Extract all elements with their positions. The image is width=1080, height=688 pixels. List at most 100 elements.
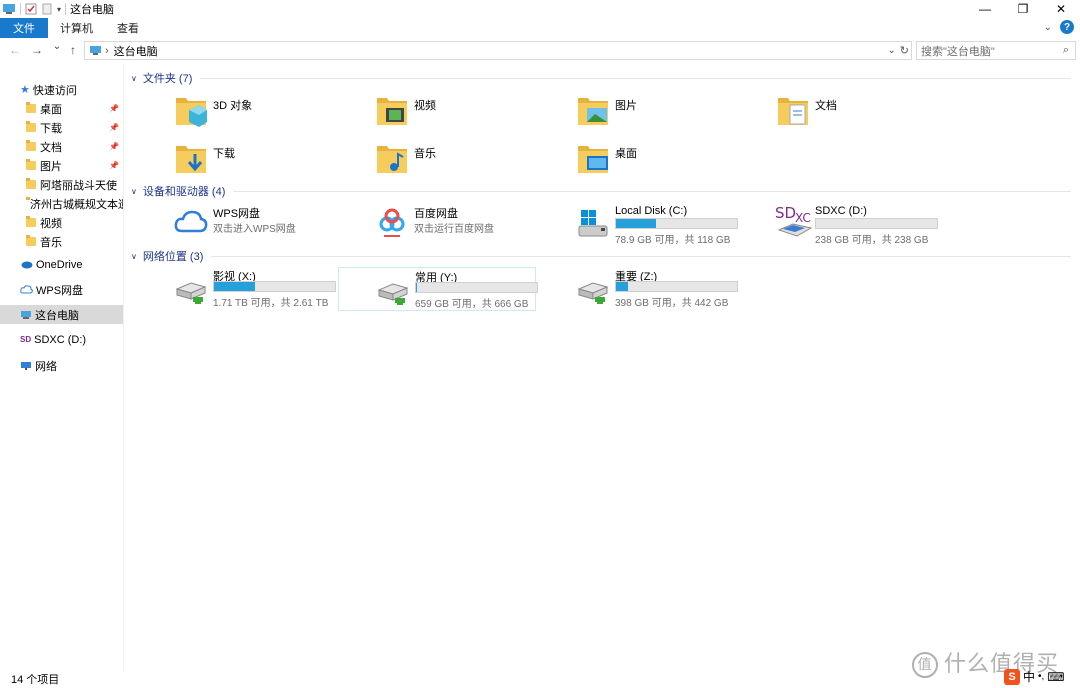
sogou-logo-icon[interactable]: S — [1004, 668, 1020, 685]
capacity-fill — [416, 283, 418, 292]
folder-tile[interactable]: 3D 对象 — [173, 92, 369, 136]
capacity-bar — [815, 218, 938, 229]
group-header-network[interactable]: ∨ 网络位置 (3) — [131, 249, 1071, 263]
pin-icon[interactable]: 📌 — [109, 104, 119, 113]
item-count: 14 个项目 — [11, 674, 60, 686]
expand-ribbon-icon[interactable]: ⌄ — [1044, 22, 1052, 33]
search-icon[interactable]: ⌕ — [1063, 44, 1069, 57]
sidebar-item-quick-access-entry[interactable]: 桌面 📌 — [0, 99, 123, 118]
back-button[interactable]: ← — [5, 43, 25, 57]
pin-icon[interactable]: 📌 — [109, 142, 119, 151]
sidebar-item-quick-access-entry[interactable]: 下载 📌 — [0, 118, 123, 137]
device-tile[interactable]: Local Disk (C:) 78.9 GB 可用，共 118 GB — [575, 204, 771, 248]
folder-tile[interactable]: 视频 — [374, 92, 570, 136]
pin-icon[interactable]: 📌 — [109, 123, 119, 132]
new-folder-icon[interactable] — [41, 3, 53, 15]
folder-documents-icon — [775, 92, 811, 128]
search-input[interactable]: 搜索"这台电脑" ⌕ — [916, 41, 1076, 60]
navigation-pane: ★ 快速访问 桌面 📌 下载 📌 文档 📌 图片 📌 阿塔丽战斗天使 济州古城概规文本遗 视频 音乐 … — [0, 64, 124, 670]
toolbar-separator — [20, 3, 21, 15]
tab-view[interactable]: 查看 — [105, 18, 151, 38]
device-tile[interactable]: SD XC SDXC (D:) 238 GB 可用，共 238 GB — [775, 204, 971, 248]
minimize-button[interactable]: — — [966, 0, 1004, 18]
group-header-devices[interactable]: ∨ 设备和驱动器 (4) — [131, 184, 1071, 198]
sidebar-item-label: 这台电脑 — [35, 309, 79, 322]
sidebar-item-onedrive[interactable]: OneDrive — [0, 255, 123, 274]
refresh-icon[interactable]: ↻ — [900, 44, 909, 57]
maximize-button[interactable]: ❐ — [1004, 0, 1042, 18]
folder-pictures-icon — [575, 92, 611, 128]
folder-icon — [26, 159, 36, 170]
drive-capacity: 398 GB 可用，共 442 GB — [615, 298, 729, 309]
folder-tile[interactable]: 音乐 — [374, 140, 570, 184]
wps-cloud-icon — [20, 285, 33, 294]
folder-tile[interactable]: 文档 — [775, 92, 971, 136]
folder-tile[interactable]: 图片 — [575, 92, 771, 136]
sidebar-item-label: 音乐 — [40, 236, 62, 249]
watermark-logo: 值 — [912, 652, 938, 678]
this-pc-icon — [3, 4, 15, 14]
chevron-down-icon[interactable]: ∨ — [131, 252, 137, 261]
sidebar-item-quick-access-entry[interactable]: 文档 📌 — [0, 137, 123, 156]
address-bar[interactable]: › 这台电脑 ⌄ ↻ — [84, 41, 912, 60]
network-icon — [21, 361, 31, 370]
this-pc-icon — [21, 310, 31, 319]
device-name: WPS网盘 — [213, 208, 261, 220]
breadcrumb-this-pc[interactable]: 这台电脑 — [114, 43, 158, 59]
folder-name: 视频 — [414, 100, 436, 112]
network-drive-tile[interactable]: 重要 (Z:) 398 GB 可用，共 442 GB — [575, 267, 771, 311]
group-header-folders[interactable]: ∨ 文件夹 (7) — [131, 71, 1071, 85]
chevron-down-icon[interactable]: ∨ — [131, 74, 137, 83]
network-drive-tile[interactable]: 常用 (Y:) 659 GB 可用，共 666 GB — [338, 267, 538, 311]
capacity-fill — [214, 282, 256, 291]
capacity-bar — [213, 281, 336, 292]
folder-tile[interactable]: 桌面 — [575, 140, 771, 184]
device-description: 双击进入WPS网盘 — [213, 224, 296, 235]
sidebar-item-this-pc[interactable]: 这台电脑 — [0, 305, 123, 324]
sidebar-item-quick-access-entry[interactable]: 音乐 — [0, 232, 123, 251]
tab-computer[interactable]: 计算机 — [48, 18, 105, 38]
sidebar-item-wps[interactable]: WPS网盘 — [0, 280, 123, 299]
ime-language[interactable]: 中 — [1023, 668, 1035, 685]
folder-3d-icon — [173, 92, 209, 128]
sidebar-item-quick-access-entry[interactable]: 视频 — [0, 213, 123, 232]
keyboard-icon[interactable]: ⌨ — [1047, 670, 1064, 684]
capacity-fill — [616, 282, 629, 291]
cloud-icon — [21, 261, 33, 269]
group-title: 设备和驱动器 (4) — [142, 186, 226, 198]
help-button[interactable]: ? — [1060, 20, 1074, 34]
sidebar-item-label: 济州古城概规文本遗 — [30, 198, 123, 211]
group-title: 网络位置 (3) — [142, 251, 204, 263]
properties-icon[interactable] — [25, 3, 37, 15]
sidebar-item-label: SDXC (D:) — [34, 333, 87, 346]
sidebar-item-network[interactable]: 网络 — [0, 356, 123, 375]
up-button[interactable]: ↑ — [63, 43, 83, 57]
customize-toolbar-icon[interactable]: ▾ — [57, 5, 61, 14]
device-tile[interactable]: WPS网盘双击进入WPS网盘 — [173, 204, 369, 248]
capacity-bar — [415, 282, 538, 293]
tab-file[interactable]: 文件 — [0, 18, 48, 38]
sidebar-item-quick-access[interactable]: ★ 快速访问 — [0, 80, 123, 99]
forward-button[interactable]: → — [27, 43, 47, 57]
address-dropdown-icon[interactable]: ⌄ — [887, 45, 895, 56]
folder-name: 下载 — [213, 148, 235, 160]
pin-icon[interactable]: 📌 — [109, 161, 119, 170]
capacity-bar — [615, 281, 738, 292]
sidebar-item-sdxc[interactable]: SD SDXC (D:) — [0, 330, 123, 349]
sidebar-item-quick-access-entry[interactable]: 图片 📌 — [0, 156, 123, 175]
close-button[interactable]: ✕ — [1042, 0, 1080, 18]
sidebar-item-label: OneDrive — [36, 258, 83, 271]
breadcrumb-separator[interactable]: › — [105, 45, 109, 57]
wps-icon — [173, 204, 209, 240]
content-area: ∨ 文件夹 (7) 3D 对象 视频 图片 文档下载 音乐 桌面 ∨ 设备和驱动器 (4)… — [125, 64, 1080, 670]
group-divider — [211, 255, 1071, 257]
sdxc-icon: SD XC — [775, 204, 813, 240]
folder-name: 3D 对象 — [213, 100, 253, 112]
folder-tile[interactable]: 下载 — [173, 140, 369, 184]
device-tile[interactable]: 百度网盘 双击运行百度网盘 — [374, 204, 570, 248]
sidebar-item-quick-access-entry[interactable]: 阿塔丽战斗天使 — [0, 175, 123, 194]
ime-punct[interactable]: •, — [1038, 671, 1044, 682]
folder-name: 文档 — [815, 100, 837, 112]
sidebar-item-quick-access-entry[interactable]: 济州古城概规文本遗 — [0, 194, 123, 213]
chevron-down-icon[interactable]: ∨ — [131, 187, 137, 196]
